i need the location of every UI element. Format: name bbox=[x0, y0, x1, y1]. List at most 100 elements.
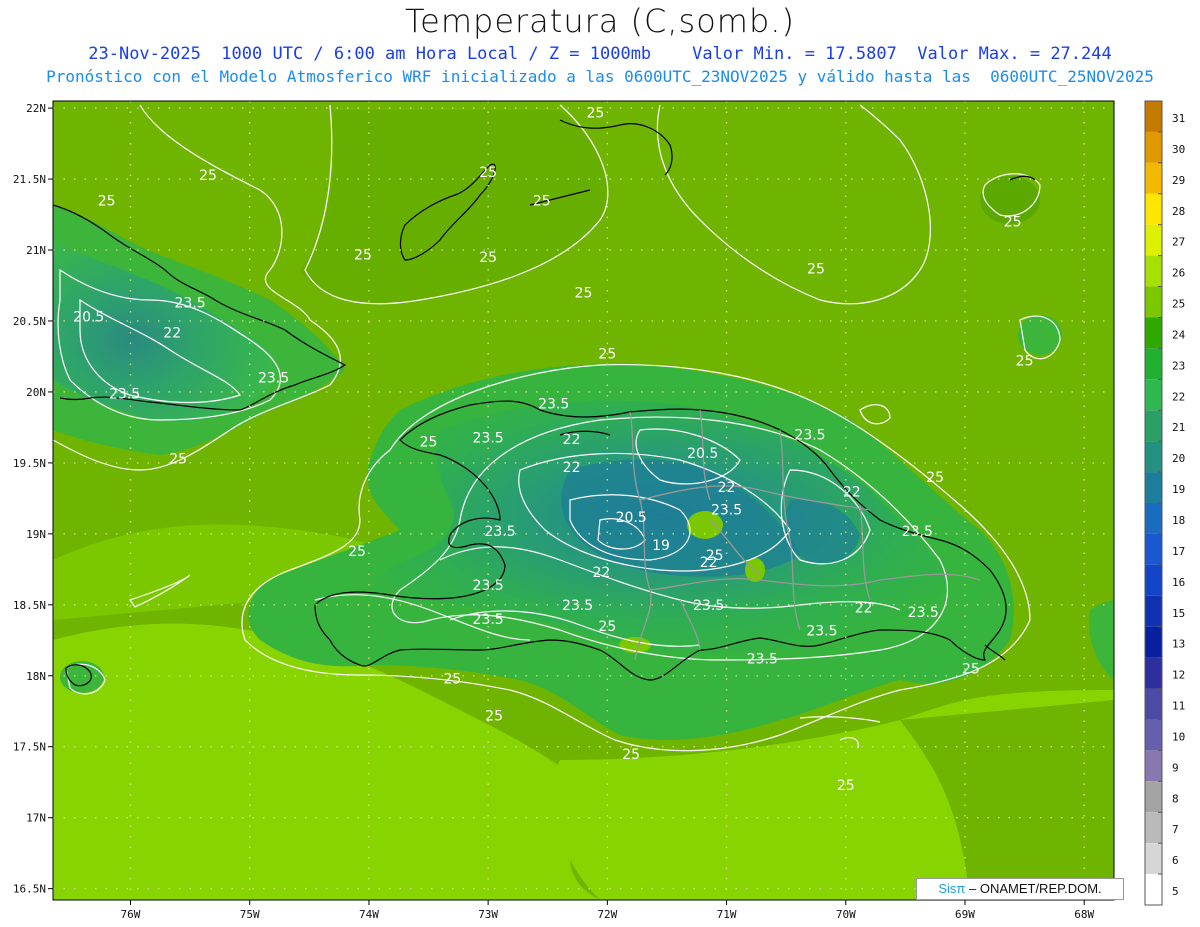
lon-tick-label: 71W bbox=[717, 908, 737, 921]
lon-tick-label: 68W bbox=[1074, 908, 1094, 921]
colorbar-swatch bbox=[1145, 657, 1162, 689]
isotherm-label: 23.5 bbox=[806, 623, 837, 639]
colorbar-swatch bbox=[1145, 812, 1162, 844]
isotherm-label: 23.5 bbox=[747, 652, 778, 668]
isotherm-label: 23.5 bbox=[711, 503, 742, 519]
lat-tick-label: 16.5N bbox=[13, 883, 46, 896]
colorbar-swatch bbox=[1145, 503, 1162, 534]
isotherm-label: 25 bbox=[443, 672, 461, 688]
lon-tick-label: 72W bbox=[597, 908, 617, 921]
isotherm-label: 22 bbox=[843, 484, 861, 500]
colorbar-label: 8 bbox=[1172, 792, 1179, 805]
colorbar-swatch bbox=[1145, 162, 1162, 194]
lon-tick-label: 70W bbox=[836, 908, 856, 921]
isotherm-label: 22 bbox=[700, 555, 718, 571]
colorbar-label: 25 bbox=[1172, 298, 1185, 311]
colorbar-swatch bbox=[1145, 348, 1162, 380]
isotherm-label: 25 bbox=[962, 662, 980, 678]
isotherm-label: 25 bbox=[1004, 215, 1022, 231]
lat-tick-label: 17N bbox=[26, 812, 46, 825]
lon-tick-label: 74W bbox=[359, 908, 379, 921]
colorbar-swatch bbox=[1145, 224, 1162, 256]
colorbar-label: 24 bbox=[1172, 328, 1186, 341]
colorbar-label: 22 bbox=[1172, 390, 1185, 403]
isotherm-label: 23.5 bbox=[484, 524, 515, 540]
colorbar-label: 16 bbox=[1172, 576, 1185, 589]
lat-tick-label: 17.5N bbox=[13, 741, 46, 754]
colorbar-swatch bbox=[1145, 874, 1162, 905]
isotherm-label: 22 bbox=[718, 480, 736, 496]
colorbar-label: 15 bbox=[1172, 607, 1185, 620]
lon-tick-label: 76W bbox=[121, 908, 141, 921]
isotherm-label: 23.5 bbox=[473, 612, 504, 628]
latitude-axis: 22N 21.5N 21N 20.5N 20N 19.5N 19N 18.5N 18N 17.5N… bbox=[13, 102, 53, 896]
colorbar-label: 30 bbox=[1172, 143, 1185, 156]
colorbar-label: 21 bbox=[1172, 421, 1185, 434]
colorbar-swatch bbox=[1145, 472, 1162, 503]
colorbar-swatch bbox=[1145, 626, 1162, 658]
lat-tick-label: 20.5N bbox=[13, 315, 46, 328]
colorbar-label: 28 bbox=[1172, 205, 1185, 218]
isotherm-label: 22 bbox=[592, 565, 610, 581]
colorbar-swatch bbox=[1145, 688, 1162, 720]
colorbar-label: 18 bbox=[1172, 514, 1185, 527]
isotherm-label: 25 bbox=[479, 165, 497, 181]
lon-tick-label: 73W bbox=[478, 908, 498, 921]
colorbar-label: 27 bbox=[1172, 236, 1185, 249]
isotherm-label: 25 bbox=[575, 286, 593, 302]
isotherm-label: 25 bbox=[1016, 354, 1034, 370]
colorbar-swatch bbox=[1145, 101, 1162, 132]
colorbar-swatch bbox=[1145, 564, 1162, 596]
isotherm-label: 25 bbox=[354, 247, 372, 263]
lat-tick-label: 19N bbox=[26, 528, 46, 541]
isotherm-label: 25 bbox=[807, 261, 825, 277]
isotherm-label: 23.5 bbox=[109, 386, 140, 402]
isotherm-label: 25 bbox=[598, 619, 616, 635]
colorbar-label: 10 bbox=[1172, 730, 1185, 743]
colorbar-swatch bbox=[1145, 286, 1162, 318]
isotherm-label: 25 bbox=[199, 168, 217, 184]
isotherm-label: 25 bbox=[169, 452, 187, 468]
isotherm-label: 22 bbox=[563, 432, 581, 448]
colorbar-label: 29 bbox=[1172, 174, 1185, 187]
lat-tick-label: 18N bbox=[26, 670, 46, 683]
isotherm-label: 20.5 bbox=[616, 510, 647, 526]
colorbar-label: 7 bbox=[1172, 823, 1179, 836]
lat-tick-label: 21N bbox=[26, 244, 46, 257]
colorbar-swatch bbox=[1145, 379, 1162, 411]
colorbar-swatch bbox=[1145, 317, 1162, 349]
isotherm-label: 19 bbox=[652, 538, 670, 554]
lat-tick-label: 21.5N bbox=[13, 173, 46, 186]
colorbar-label: 12 bbox=[1172, 669, 1185, 682]
colorbar-label: 19 bbox=[1172, 483, 1185, 496]
isotherm-label: 22 bbox=[855, 601, 873, 617]
colorbar-swatch bbox=[1145, 533, 1162, 565]
lat-tick-label: 20N bbox=[26, 386, 46, 399]
longitude-axis: 76W 75W 74W 73W 72W 71W 70W 69W 68W bbox=[121, 900, 1095, 921]
isotherm-label: 20.5 bbox=[73, 310, 104, 326]
colorbar-swatch bbox=[1145, 781, 1162, 813]
colorbar-label: 26 bbox=[1172, 267, 1185, 280]
isotherm-label: 22 bbox=[163, 325, 181, 341]
isotherm-label: 23.5 bbox=[693, 598, 724, 614]
isotherm-label: 25 bbox=[479, 250, 497, 266]
lat-tick-label: 18.5N bbox=[13, 599, 46, 612]
isotherm-label: 23.5 bbox=[538, 396, 569, 412]
lon-tick-label: 69W bbox=[955, 908, 975, 921]
isotherm-label: 25 bbox=[98, 193, 116, 209]
colorbar-swatch bbox=[1145, 750, 1162, 782]
isotherm-label: 25 bbox=[837, 778, 855, 794]
lat-tick-label: 19.5N bbox=[13, 457, 46, 470]
colorbar-swatch bbox=[1145, 595, 1162, 627]
lat-tick-label: 22N bbox=[26, 102, 46, 115]
isotherm-label: 23.5 bbox=[908, 605, 939, 621]
isotherm-label: 25 bbox=[622, 747, 640, 763]
colorbar-label: 31 bbox=[1172, 112, 1185, 125]
isotherm-label: 23.5 bbox=[258, 371, 289, 387]
isotherm-label: 22 bbox=[563, 460, 581, 476]
colorbar-swatch bbox=[1145, 410, 1162, 442]
isotherm-label: 25 bbox=[485, 709, 503, 725]
isotherm-label: 25 bbox=[926, 470, 944, 486]
colorbar-swatch bbox=[1145, 131, 1162, 163]
colorbar-swatch bbox=[1145, 719, 1162, 751]
